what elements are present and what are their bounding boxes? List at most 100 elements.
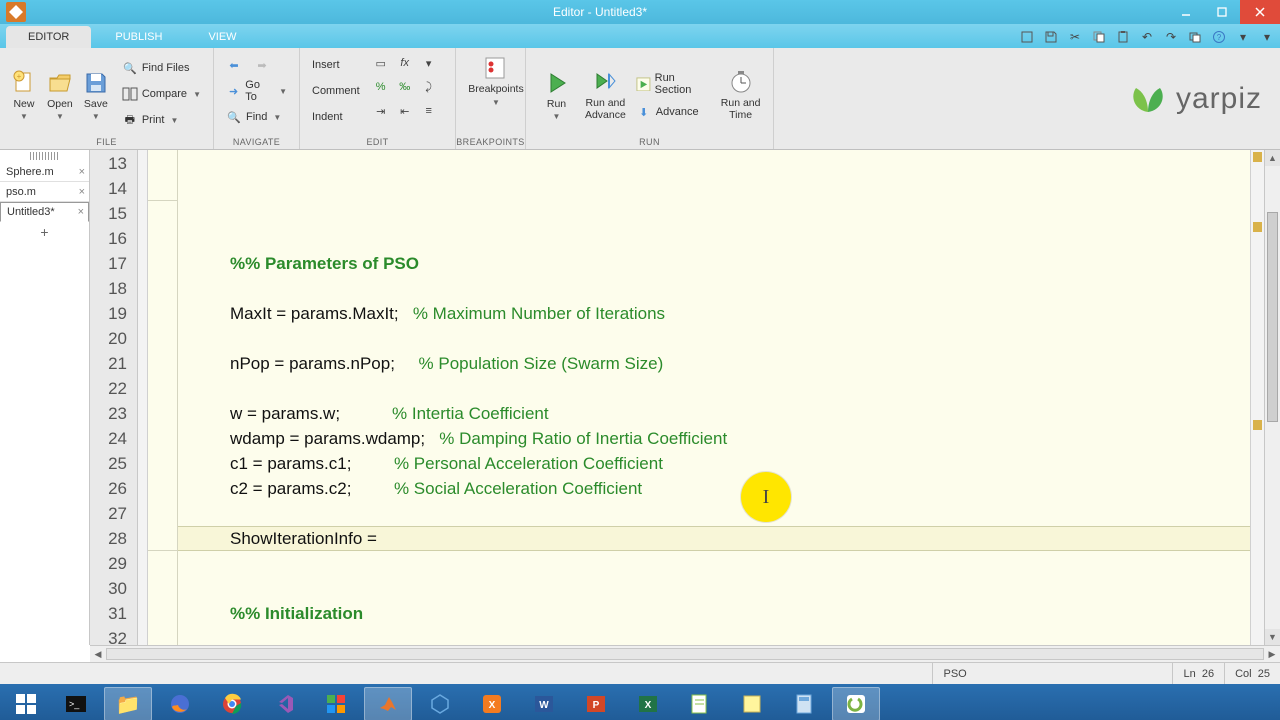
tab-view[interactable]: VIEW — [186, 26, 258, 48]
close-button[interactable] — [1240, 0, 1280, 24]
message-strip[interactable] — [1250, 150, 1264, 645]
find-files-button[interactable]: 🔍Find Files — [118, 57, 205, 79]
minimize-button[interactable] — [1168, 0, 1204, 24]
code-line[interactable]: w = params.w; % Intertia Coefficient — [178, 401, 1250, 426]
new-button[interactable]: + New▼ — [8, 67, 40, 122]
nav-back-button[interactable]: ⬅ — [222, 54, 246, 76]
compare-button[interactable]: Compare▼ — [118, 83, 205, 105]
taskbar-app-1[interactable] — [312, 687, 360, 720]
code-line[interactable]: c2 = params.c2; % Social Acceleration Co… — [178, 476, 1250, 501]
code-line[interactable] — [178, 576, 1250, 601]
more-insert-icon[interactable]: ▾ — [418, 52, 440, 74]
run-button[interactable]: Run▼ — [534, 67, 579, 122]
panel-grip[interactable] — [30, 152, 59, 160]
qa-redo-icon[interactable]: ↷ — [1162, 28, 1180, 46]
code-line[interactable] — [178, 326, 1250, 351]
taskbar-vs[interactable] — [260, 687, 308, 720]
insert-button[interactable]: Insert — [308, 54, 364, 76]
taskbar-terminal[interactable]: >_ — [52, 687, 100, 720]
qa-save-icon[interactable] — [1042, 28, 1060, 46]
taskbar-word[interactable]: W — [520, 687, 568, 720]
fold-strip[interactable] — [148, 150, 178, 645]
qa-undo-icon[interactable]: ↶ — [1138, 28, 1156, 46]
fx-icon[interactable]: fx — [394, 52, 416, 74]
code-line[interactable] — [178, 201, 1250, 226]
taskbar-explorer[interactable]: 📁 — [104, 687, 152, 720]
scrollbar-thumb[interactable] — [1267, 212, 1278, 422]
code-line[interactable] — [178, 276, 1250, 301]
run-section-button[interactable]: Run Section — [632, 73, 714, 95]
comment-button[interactable]: Comment — [308, 80, 364, 102]
wrap-comment-icon[interactable]: ⤸ — [418, 76, 440, 98]
qa-copy-icon[interactable] — [1090, 28, 1108, 46]
close-tab-icon[interactable]: × — [79, 166, 85, 178]
qa-cut-icon[interactable]: ✂ — [1066, 28, 1084, 46]
code-line[interactable]: c1 = params.c1; % Personal Acceleration … — [178, 451, 1250, 476]
qa-help-icon[interactable]: ? — [1210, 28, 1228, 46]
start-button[interactable] — [4, 687, 48, 720]
run-advance-button[interactable]: Run and Advance — [581, 66, 630, 121]
goto-button[interactable]: ➜Go To▼ — [222, 80, 291, 102]
comment-pct-icon[interactable]: % — [370, 76, 392, 98]
indent-button[interactable]: Indent — [308, 106, 364, 128]
indent-right-icon[interactable]: ⇥ — [370, 100, 392, 122]
qa-more-icon[interactable]: ▾ — [1258, 28, 1276, 46]
taskbar-calc[interactable] — [780, 687, 828, 720]
code-line[interactable] — [178, 626, 1250, 645]
scroll-down-icon[interactable]: ▼ — [1265, 629, 1280, 645]
section-insert-icon[interactable]: ▭ — [370, 52, 392, 74]
file-tab[interactable]: Sphere.m× — [0, 162, 89, 182]
taskbar-excel[interactable]: X — [624, 687, 672, 720]
smart-indent-icon[interactable]: ≡ — [418, 100, 440, 122]
taskbar-vbox[interactable] — [416, 687, 464, 720]
qa-btn-1[interactable] — [1018, 28, 1036, 46]
qa-dropdown-icon[interactable]: ▾ — [1234, 28, 1252, 46]
code-line[interactable]: wdamp = params.wdamp; % Damping Ratio of… — [178, 426, 1250, 451]
taskbar-chrome[interactable] — [208, 687, 256, 720]
print-button[interactable]: 🖶Print▼ — [118, 109, 205, 131]
maximize-button[interactable] — [1204, 0, 1240, 24]
code-line[interactable]: nPop = params.nPop; % Population Size (S… — [178, 351, 1250, 376]
find-button[interactable]: 🔍Find▼ — [222, 106, 291, 128]
code-line[interactable] — [178, 501, 1250, 526]
code-line[interactable]: ShowIterationInfo = — [178, 526, 1250, 551]
file-tab[interactable]: pso.m× — [0, 182, 89, 202]
code-area[interactable]: %% Parameters of PSO MaxIt = params.MaxIt… — [178, 150, 1250, 645]
taskbar-xampp[interactable]: X — [468, 687, 516, 720]
hscroll-track[interactable] — [106, 648, 1264, 660]
taskbar-matlab[interactable] — [364, 687, 412, 720]
code-line[interactable] — [178, 226, 1250, 251]
add-tab-button[interactable]: + — [0, 222, 89, 240]
breakpoints-button[interactable]: Breakpoints▼ — [464, 52, 528, 107]
scroll-up-icon[interactable]: ▲ — [1265, 150, 1280, 166]
taskbar-sticky[interactable] — [728, 687, 776, 720]
scroll-right-icon[interactable]: ▶ — [1264, 649, 1280, 660]
code-line[interactable] — [178, 376, 1250, 401]
qa-paste-icon[interactable] — [1114, 28, 1132, 46]
code-editor[interactable]: 1314151617181920212223242526272829303132… — [90, 150, 1280, 645]
taskbar-firefox[interactable] — [156, 687, 204, 720]
open-button[interactable]: Open▼ — [44, 67, 76, 122]
taskbar-powerpoint[interactable]: P — [572, 687, 620, 720]
code-line[interactable]: %% Initialization — [178, 601, 1250, 626]
code-line[interactable]: %% Parameters of PSO — [178, 251, 1250, 276]
tab-editor[interactable]: EDITOR — [6, 26, 91, 48]
breakpoint-strip[interactable] — [138, 150, 148, 645]
advance-button[interactable]: ⬇Advance — [632, 101, 714, 123]
code-line[interactable]: MaxIt = params.MaxIt; % Maximum Number o… — [178, 301, 1250, 326]
close-tab-icon[interactable]: × — [79, 186, 85, 198]
vertical-scrollbar[interactable]: ▲ ▼ — [1264, 150, 1280, 645]
nav-fwd-button[interactable]: ➡ — [250, 54, 274, 76]
indent-left-icon[interactable]: ⇤ — [394, 100, 416, 122]
run-time-button[interactable]: Run and Time — [716, 66, 765, 121]
horizontal-scrollbar[interactable]: ◀ ▶ — [90, 645, 1280, 662]
save-button[interactable]: Save▼ — [80, 67, 112, 122]
tab-publish[interactable]: PUBLISH — [93, 26, 184, 48]
code-line[interactable] — [178, 551, 1250, 576]
qa-windows-icon[interactable] — [1186, 28, 1204, 46]
file-tab[interactable]: Untitled3*× — [0, 202, 89, 222]
close-tab-icon[interactable]: × — [78, 206, 84, 218]
taskbar-notepadpp[interactable] — [676, 687, 724, 720]
uncomment-icon[interactable]: ‰ — [394, 76, 416, 98]
taskbar-camtasia[interactable] — [832, 687, 880, 720]
